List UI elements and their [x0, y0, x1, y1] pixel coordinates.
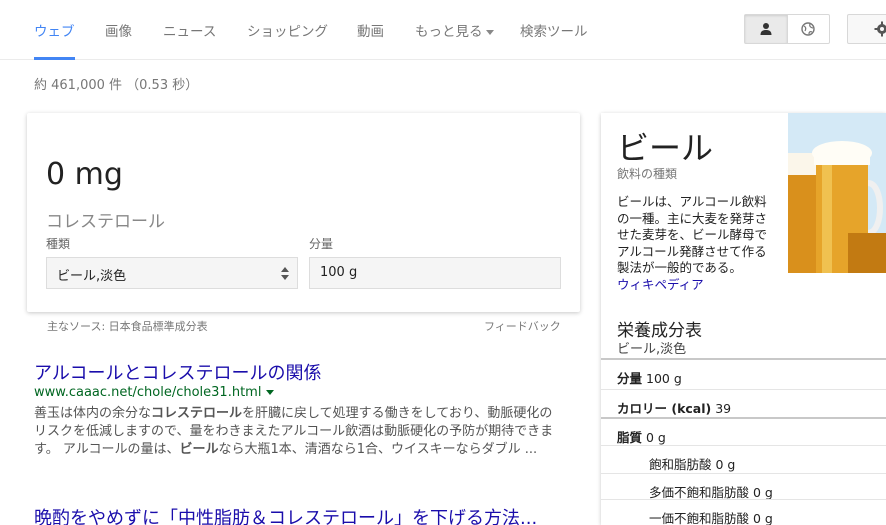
- tab-search-tools[interactable]: 検索ツール: [520, 20, 588, 60]
- tab-more[interactable]: もっと見る: [415, 20, 494, 60]
- global-results-button[interactable]: [788, 15, 830, 43]
- entity-title: ビール: [617, 129, 714, 167]
- tab-videos[interactable]: 動画: [357, 20, 384, 60]
- nutrition-subtitle: ビール,淡色: [617, 342, 687, 357]
- nutrient-name: コレステロール: [46, 212, 165, 232]
- amount-label: 分量: [309, 237, 334, 251]
- result-stats: 約 461,000 件 （0.53 秒）: [34, 78, 199, 93]
- select-arrows-icon: [281, 267, 289, 281]
- food-type-select[interactable]: ビール,淡色: [46, 257, 298, 289]
- snippet-highlight: コレステロール: [151, 406, 243, 421]
- nutrition-value: 39: [715, 401, 732, 416]
- top-nav: ウェブ 画像 ニュース ショッピング 動画 もっと見る 検索ツール: [0, 0, 886, 60]
- nutrition-row: 分量 100 g: [601, 358, 886, 388]
- nutrition-label: 多価不飽和脂肪酸: [649, 485, 750, 500]
- tab-label: 画像: [105, 24, 132, 40]
- snippet-text: なら大瓶1本、清酒なら1合、ウイスキーならダブル ...: [218, 442, 538, 457]
- safe-search-toggle: [744, 14, 830, 44]
- person-icon: [760, 23, 772, 35]
- nutrition-row: カロリー (kcal) 39: [601, 389, 886, 419]
- feedback-link[interactable]: フィードバック: [484, 318, 561, 334]
- entity-subtitle: 飲料の種類: [617, 167, 678, 181]
- beer-photo[interactable]: [788, 113, 886, 273]
- tab-shopping[interactable]: ショッピング: [247, 20, 328, 60]
- result-snippet: 善玉は体内の余分なコレステロールを肝臓に戻して処理する働きをしており、動脈硬化の…: [34, 405, 554, 475]
- nutrition-value: 0 g: [753, 511, 773, 525]
- nutrition-label: 飽和脂肪酸: [649, 457, 712, 472]
- nutrition-row: 脂質 0 g: [601, 417, 886, 447]
- food-type-value: ビール,淡色: [57, 269, 127, 284]
- nutrition-row: 一価不飽和脂肪酸 0 g: [601, 499, 886, 525]
- url-dropdown-icon[interactable]: [266, 390, 275, 395]
- nutrition-value: 0 g: [646, 430, 666, 445]
- nutrition-label: 分量: [617, 371, 643, 386]
- nutrition-label: 一価不飽和脂肪酸: [649, 511, 750, 525]
- tab-label: ウェブ: [34, 24, 75, 40]
- type-label: 種類: [46, 237, 71, 251]
- entity-description: ビールは、アルコール飲料の一種。主に大麦を発芽させた麦芽を、ビール酵母でアルコー…: [617, 194, 777, 293]
- snippet-text: 善玉は体内の余分な: [34, 406, 152, 421]
- nutrient-value: 0 mg: [46, 157, 123, 192]
- tab-label: 動画: [357, 24, 384, 40]
- tab-label: ニュース: [163, 24, 217, 40]
- tab-label: もっと見る: [415, 24, 483, 40]
- caret-down-icon: [485, 29, 494, 35]
- beer-mugs-image: [788, 113, 886, 273]
- nutrition-value: 0 g: [753, 485, 773, 500]
- nutrition-label: 脂質: [617, 430, 643, 445]
- amount-input[interactable]: 100 g: [309, 257, 561, 289]
- tab-web[interactable]: ウェブ: [34, 20, 75, 60]
- nutrition-value: 100 g: [646, 371, 682, 386]
- gear-icon: [874, 21, 886, 37]
- tab-label: 検索ツール: [520, 24, 588, 40]
- tab-images[interactable]: 画像: [105, 20, 132, 60]
- tab-label: ショッピング: [247, 24, 328, 40]
- globe-icon: [801, 22, 815, 36]
- wikipedia-link[interactable]: ウィキペディア: [617, 277, 704, 292]
- result-url: www.caaac.net/chole/chole31.html: [34, 385, 275, 400]
- snippet-highlight: ビール: [179, 442, 219, 457]
- nutrition-row: 飽和脂肪酸 0 g: [601, 445, 886, 475]
- settings-button[interactable]: [847, 14, 886, 44]
- knowledge-panel: ビール 飲料の種類 ビールは、アルコール飲料の一種。主に大麦を発芽させた麦芽を、…: [601, 113, 886, 525]
- result-url-text: www.caaac.net/chole/chole31.html: [34, 385, 262, 400]
- data-source: 主なソース: 日本食品標準成分表: [47, 320, 208, 333]
- amount-value: 100 g: [320, 265, 358, 280]
- tab-news[interactable]: ニュース: [163, 20, 216, 60]
- result-title-link[interactable]: アルコールとコレステロールの関係: [34, 359, 321, 385]
- result-title-link[interactable]: 晩酌をやめずに「中性脂肪＆コレステロール」を下げる方法...: [34, 504, 537, 525]
- description-text: ビールは、アルコール飲料の一種。主に大麦を発芽させた麦芽を、ビール酵母でアルコー…: [617, 194, 768, 275]
- nutrition-calculator-card: 0 mg コレステロール 種類 分量 ビール,淡色 100 g: [27, 113, 580, 312]
- nutrition-value: 0 g: [715, 457, 736, 472]
- personal-results-button[interactable]: [745, 15, 788, 43]
- nutrition-label: カロリー (kcal): [617, 401, 712, 416]
